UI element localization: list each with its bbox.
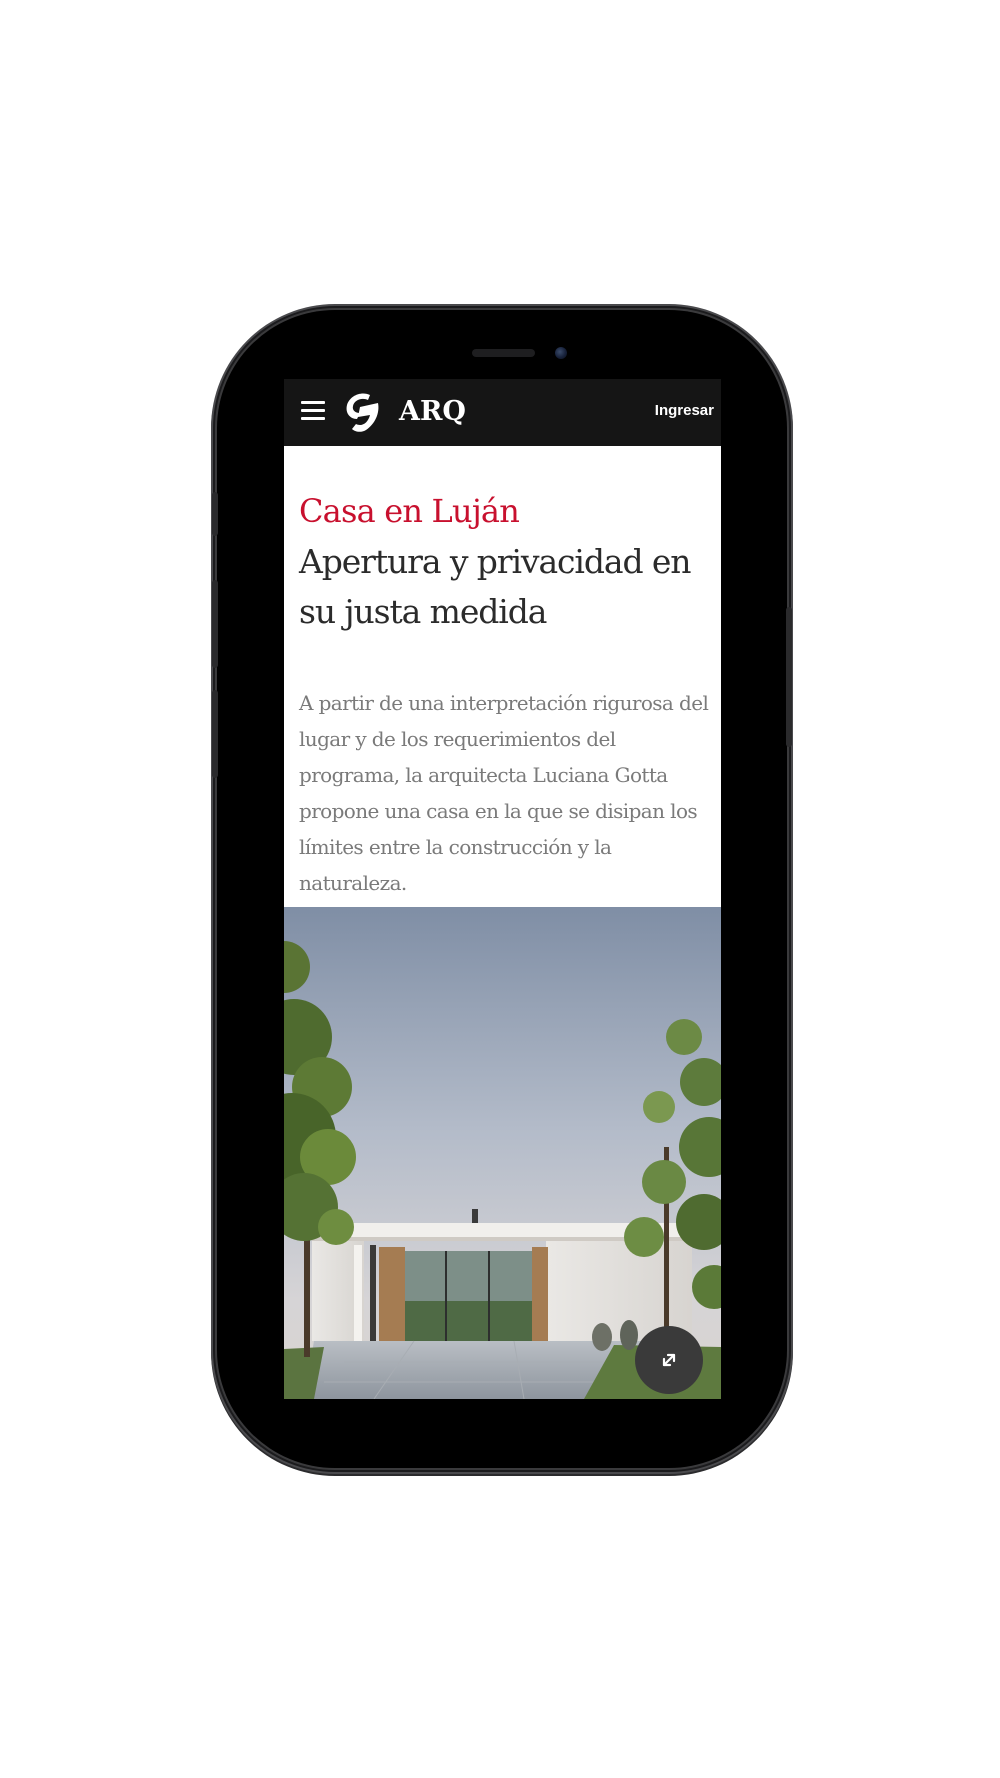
silent-switch: [212, 492, 218, 536]
article-summary: A partir de una interpretación rigurosa …: [299, 691, 709, 895]
phone-screen: ARQ Ingresar Casa en Luján Apertura y pr…: [284, 379, 721, 1399]
hero-image[interactable]: [284, 907, 721, 1399]
volume-down-button: [212, 690, 218, 778]
expand-arrows-icon: [662, 1353, 676, 1367]
phone-camera: [555, 347, 567, 359]
site-header: ARQ Ingresar: [284, 379, 721, 446]
phone-speaker: [472, 349, 535, 357]
article-headline: Apertura y privacidad en su justa medida: [299, 542, 692, 631]
article-intro: Casa en Luján Apertura y privacidad en s…: [299, 491, 711, 901]
brand-wordmark[interactable]: ARQ: [399, 395, 466, 429]
power-button: [786, 607, 792, 747]
article-kicker: Casa en Luján: [299, 492, 520, 530]
arq-logo-icon[interactable]: [344, 391, 382, 433]
hamburger-menu-icon[interactable]: [301, 400, 325, 420]
page: ARQ Ingresar Casa en Luján Apertura y pr…: [0, 0, 1000, 1778]
login-link[interactable]: Ingresar: [655, 400, 714, 422]
expand-image-button[interactable]: [635, 1326, 703, 1394]
volume-up-button: [212, 580, 218, 668]
